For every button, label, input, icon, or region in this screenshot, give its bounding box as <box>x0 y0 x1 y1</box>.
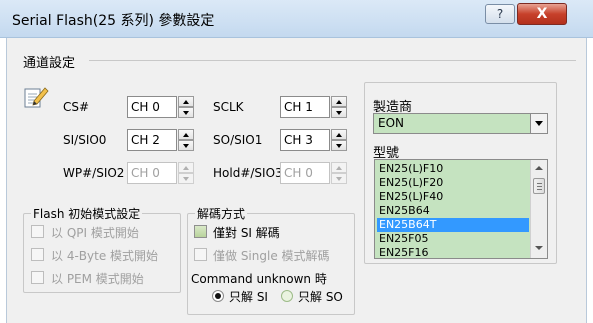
so-sio1-label: SO/SIO1 <box>213 133 263 147</box>
wp-sio2-label: WP#/SIO2 <box>63 166 125 180</box>
wp-sio2-spinner[interactable] <box>178 162 194 184</box>
sclk-channel-field[interactable]: CH 1 <box>280 96 330 118</box>
title-bar[interactable]: Serial Flash(25 系列) 參數設定 ? X <box>0 0 593 38</box>
radio-only-si[interactable] <box>212 290 224 302</box>
list-item[interactable]: EN25F16 <box>377 246 529 258</box>
cs-spinner[interactable] <box>178 96 194 118</box>
four-byte-label: 以 4-Byte 模式開始 <box>51 249 159 263</box>
spin-down-icon[interactable] <box>178 107 194 118</box>
spin-down-icon[interactable] <box>331 107 347 118</box>
model-list-scrollbar[interactable] <box>530 160 547 258</box>
single-mode-checkbox[interactable] <box>194 248 207 261</box>
list-item[interactable]: EN25B64 <box>377 204 529 218</box>
qpi-label: 以 QPI 模式開始 <box>51 226 139 240</box>
pem-label: 以 PEM 模式開始 <box>51 272 144 286</box>
cs-label: CS# <box>63 100 90 114</box>
chevron-down-icon[interactable] <box>530 114 547 133</box>
list-item[interactable]: EN25(L)F40 <box>377 190 529 204</box>
list-item[interactable]: EN25(L)F20 <box>377 176 529 190</box>
spin-down-icon[interactable] <box>331 173 347 184</box>
section-divider <box>89 60 576 61</box>
only-si-checkbox[interactable] <box>194 225 207 238</box>
four-byte-checkbox[interactable] <box>31 248 44 261</box>
radio-only-so[interactable] <box>281 290 293 302</box>
list-item-selected[interactable]: EN25B64T <box>377 218 529 232</box>
flash-init-title: Flash 初始模式設定 <box>31 205 143 222</box>
command-unknown-label: Command unknown 時 <box>191 272 327 286</box>
scroll-down-icon[interactable] <box>535 246 543 250</box>
hold-sio3-label: Hold#/SIO3 <box>213 166 283 180</box>
sclk-label: SCLK <box>213 100 244 114</box>
so-sio1-spinner[interactable] <box>331 129 347 151</box>
question-icon: ? <box>496 7 504 21</box>
spin-up-icon[interactable] <box>178 162 194 173</box>
radio-only-si-label: 只解 SI <box>229 290 268 304</box>
si-sio0-channel-field[interactable]: CH 2 <box>127 129 177 151</box>
window-title: Serial Flash(25 系列) 參數設定 <box>12 13 215 29</box>
sclk-spinner[interactable] <box>331 96 347 118</box>
spin-up-icon[interactable] <box>331 162 347 173</box>
help-button[interactable]: ? <box>485 4 515 24</box>
wp-sio2-channel-field[interactable]: CH 0 <box>127 162 177 184</box>
manufacturer-value: EON <box>378 116 405 130</box>
close-x-icon: X <box>536 6 548 22</box>
dialog-client: 通道設定 CS# CH 0 SCLK CH 1 SI/SIO0 CH 2 SO/… <box>6 38 587 323</box>
spin-up-icon[interactable] <box>178 96 194 107</box>
spin-up-icon[interactable] <box>331 96 347 107</box>
radio-only-so-label: 只解 SO <box>298 290 343 304</box>
scroll-up-icon[interactable] <box>535 166 543 170</box>
scroll-thumb[interactable] <box>533 178 545 194</box>
hold-sio3-spinner[interactable] <box>331 162 347 184</box>
spin-down-icon[interactable] <box>331 140 347 151</box>
pem-checkbox[interactable] <box>31 271 44 284</box>
si-sio0-spinner[interactable] <box>178 129 194 151</box>
notepad-pencil-icon <box>24 87 49 108</box>
spin-up-icon[interactable] <box>178 129 194 140</box>
spin-down-icon[interactable] <box>178 173 194 184</box>
qpi-checkbox[interactable] <box>31 225 44 238</box>
only-si-label: 僅對 SI 解碼 <box>213 226 280 240</box>
channel-settings-title: 通道設定 <box>23 56 76 71</box>
list-item[interactable]: EN25F05 <box>377 232 529 246</box>
spin-up-icon[interactable] <box>331 129 347 140</box>
spin-down-icon[interactable] <box>178 140 194 151</box>
single-mode-label: 僅做 Single 模式解碼 <box>213 249 330 263</box>
list-item[interactable]: EN25(L)F10 <box>377 162 529 176</box>
manufacturer-select[interactable]: EON <box>373 113 548 134</box>
si-sio0-label: SI/SIO0 <box>63 133 107 147</box>
cs-channel-field[interactable]: CH 0 <box>127 96 177 118</box>
decode-title: 解碼方式 <box>195 205 248 222</box>
hold-sio3-channel-field[interactable]: CH 0 <box>280 162 330 184</box>
close-button[interactable]: X <box>517 3 567 25</box>
model-list[interactable]: EN25(L)F10 EN25(L)F20 EN25(L)F40 EN25B64… <box>374 159 548 259</box>
so-sio1-channel-field[interactable]: CH 3 <box>280 129 330 151</box>
